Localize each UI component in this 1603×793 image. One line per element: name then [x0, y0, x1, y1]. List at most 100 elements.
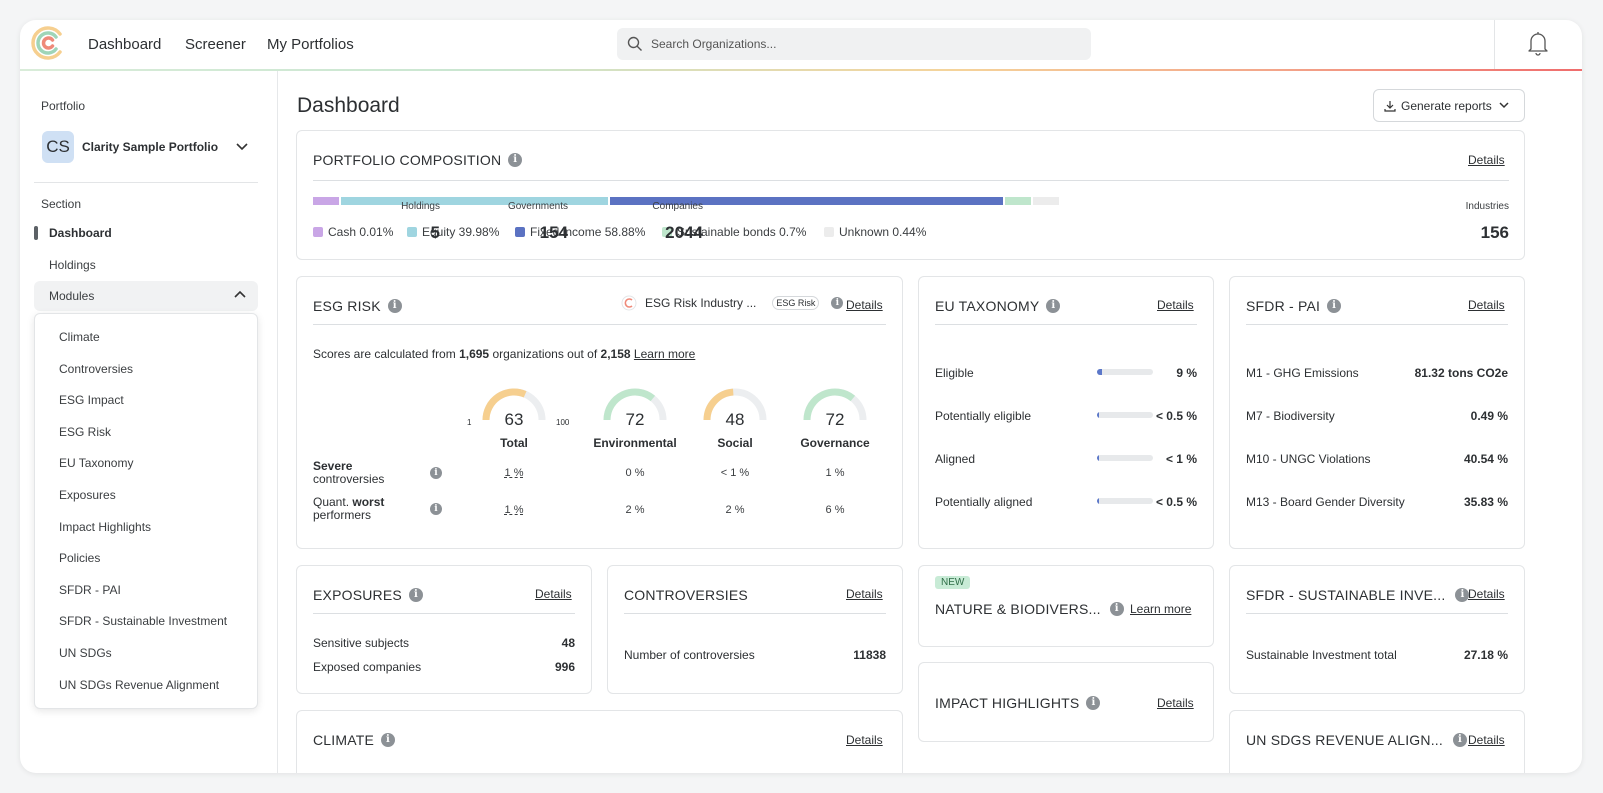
search-input[interactable]	[651, 37, 1071, 51]
module-item-eu-taxonomy[interactable]: EU Taxonomy	[59, 456, 133, 470]
nav-dashboard[interactable]: Dashboard	[88, 36, 161, 53]
stat-value-governments: 154	[539, 223, 568, 242]
legend-swatch	[824, 227, 834, 237]
card-title: UN SDGS REVENUE ALIGN... i	[1246, 732, 1467, 748]
module-item-impact-highlights[interactable]: Impact Highlights	[59, 520, 151, 534]
bar-fill	[1097, 455, 1100, 461]
info-icon[interactable]: i	[1109, 602, 1124, 616]
info-icon[interactable]: i	[381, 733, 396, 747]
module-item-controversies[interactable]: Controversies	[59, 362, 133, 376]
info-icon[interactable]: i	[1327, 299, 1342, 313]
module-item-esg-impact[interactable]: ESG Impact	[59, 393, 124, 407]
row-label-bold: worst	[352, 495, 385, 509]
row-label-worst: Quant. worst performers	[313, 496, 384, 522]
exposures-details-link[interactable]: Details	[535, 587, 572, 601]
eu-value-aligned: < 1 %	[1165, 452, 1197, 466]
generate-reports-button[interactable]: Generate reports	[1373, 89, 1525, 122]
pai-label-m10: M10 - UNGC Violations	[1246, 452, 1371, 466]
bar-fill	[1097, 412, 1100, 418]
eu-label-potentially-eligible: Potentially eligible	[935, 409, 1032, 423]
eu-label-potentially-aligned: Potentially aligned	[935, 495, 1033, 509]
esg-risk-title: ESG RISK	[313, 298, 381, 314]
new-badge: NEW	[935, 576, 971, 589]
nature-learn-more-link[interactable]: Learn more	[1130, 602, 1191, 616]
modules-toggle[interactable]: Modules	[34, 281, 258, 311]
module-item-exposures[interactable]: Exposures	[59, 488, 116, 502]
sfdr-si-value: 27.18 %	[1463, 648, 1508, 662]
module-item-climate[interactable]: Climate	[59, 330, 100, 344]
module-item-sfdr-pai[interactable]: SFDR - PAI	[59, 583, 121, 597]
eu-label-eligible: Eligible	[935, 366, 974, 380]
legend-cash: Cash 0.01%	[313, 225, 393, 239]
gauge-value-social: 48	[725, 410, 745, 429]
climate-details-link[interactable]: Details	[846, 733, 883, 747]
info-icon[interactable]: i	[508, 153, 523, 167]
legend-label: Cash 0.01%	[328, 225, 394, 239]
pai-value-m1: 81.32 tons CO2e	[1414, 366, 1508, 380]
scale-max: 100	[556, 418, 570, 427]
info-icon[interactable]: i	[408, 588, 423, 602]
info-icon[interactable]: i	[1046, 299, 1061, 313]
sfdr-pai-details-link[interactable]: Details	[1468, 298, 1505, 312]
note-mid: organizations out of	[492, 347, 598, 361]
info-icon[interactable]: i	[387, 299, 402, 313]
stat-value-holdings: 5	[430, 223, 440, 242]
divider	[313, 324, 886, 325]
esg-risk-source[interactable]: ESG Risk Industry ... ESG Risk i	[621, 295, 844, 311]
nav-screener[interactable]: Screener	[185, 36, 246, 53]
eu-taxonomy-card: EU TAXONOMY i Details Eligible 9 % Potent…	[918, 276, 1214, 549]
info-icon[interactable]: i	[1086, 696, 1101, 710]
nav-my-portfolios[interactable]: My Portfolios	[267, 36, 354, 53]
gauge-label-governance: Governance	[800, 436, 870, 450]
sfdr-si-card: SFDR - SUSTAINABLE INVE... i Details Sust…	[1229, 565, 1525, 694]
row-label-b: controversies	[313, 472, 385, 486]
module-item-esg-risk[interactable]: ESG Risk	[59, 425, 111, 439]
severe-total[interactable]: 1 %	[484, 467, 544, 479]
exposures-card: EXPOSURES i Details Sensitive subjects 48…	[296, 565, 592, 694]
row-label-b: performers	[313, 508, 372, 522]
note-total: 2,158	[600, 347, 631, 361]
divider	[1246, 613, 1508, 614]
exposures-value-companies: 996	[554, 660, 575, 674]
learn-more-link[interactable]: Learn more	[634, 347, 695, 361]
download-icon	[1384, 100, 1396, 112]
stat-label-holdings: Holdings	[401, 201, 440, 212]
card-title: PORTFOLIO COMPOSITION i	[313, 152, 523, 168]
bell-icon[interactable]	[1526, 30, 1550, 56]
app-window: Dashboard Screener My Portfolios Portfol…	[20, 20, 1582, 773]
nature-title: NATURE & BIODIVERS...	[935, 601, 1101, 617]
pai-label-m7: M7 - Biodiversity	[1246, 409, 1335, 423]
eu-taxonomy-details-link[interactable]: Details	[1157, 298, 1194, 312]
clarity-logo-icon[interactable]	[30, 25, 66, 61]
impact-highlights-card: IMPACT HIGHLIGHTS i Details	[918, 662, 1214, 742]
impact-details-link[interactable]: Details	[1157, 696, 1194, 710]
gauge-value-governance: 72	[825, 410, 845, 429]
esg-risk-details-link[interactable]: Details	[846, 298, 883, 312]
worst-total[interactable]: 1 %	[484, 504, 544, 516]
sidebar-item-holdings[interactable]: Holdings	[49, 258, 96, 272]
portfolio-selector[interactable]: CS Clarity Sample Portfolio	[42, 131, 248, 163]
info-icon[interactable]: i	[1452, 733, 1467, 747]
sfdr-pai-card: SFDR - PAI i Details M1 - GHG Emissions 8…	[1229, 276, 1525, 549]
search-box[interactable]	[617, 28, 1091, 60]
chevron-down-icon	[1499, 102, 1509, 109]
gauge-value-environmental: 72	[625, 410, 645, 429]
info-icon[interactable]: i	[831, 297, 844, 309]
sfdr-si-details-link[interactable]: Details	[1468, 587, 1505, 601]
row-label-severe: Severe controversies	[313, 460, 384, 486]
module-item-policies[interactable]: Policies	[59, 551, 100, 565]
un-sdgs-revenue-details-link[interactable]: Details	[1468, 733, 1505, 747]
sidebar-item-dashboard[interactable]: Dashboard	[49, 226, 112, 240]
controversies-details-link[interactable]: Details	[846, 587, 883, 601]
module-item-un-sdgs-revenue[interactable]: UN SDGs Revenue Alignment	[59, 678, 219, 692]
portfolio-composition-details-link[interactable]: Details	[1468, 153, 1505, 167]
info-icon[interactable]: i	[430, 503, 442, 515]
composition-segment	[313, 197, 339, 205]
un-sdgs-revenue-card: UN SDGS REVENUE ALIGN... i Details	[1229, 710, 1525, 773]
module-item-un-sdgs[interactable]: UN SDGs	[59, 646, 112, 660]
module-item-sfdr-si[interactable]: SFDR - Sustainable Investment	[59, 614, 227, 628]
sfdr-si-label: Sustainable Investment total	[1246, 648, 1397, 662]
divider	[313, 180, 1509, 181]
info-icon[interactable]: i	[430, 467, 442, 479]
nature-card: NEW NATURE & BIODIVERS... i Learn more	[918, 565, 1214, 647]
